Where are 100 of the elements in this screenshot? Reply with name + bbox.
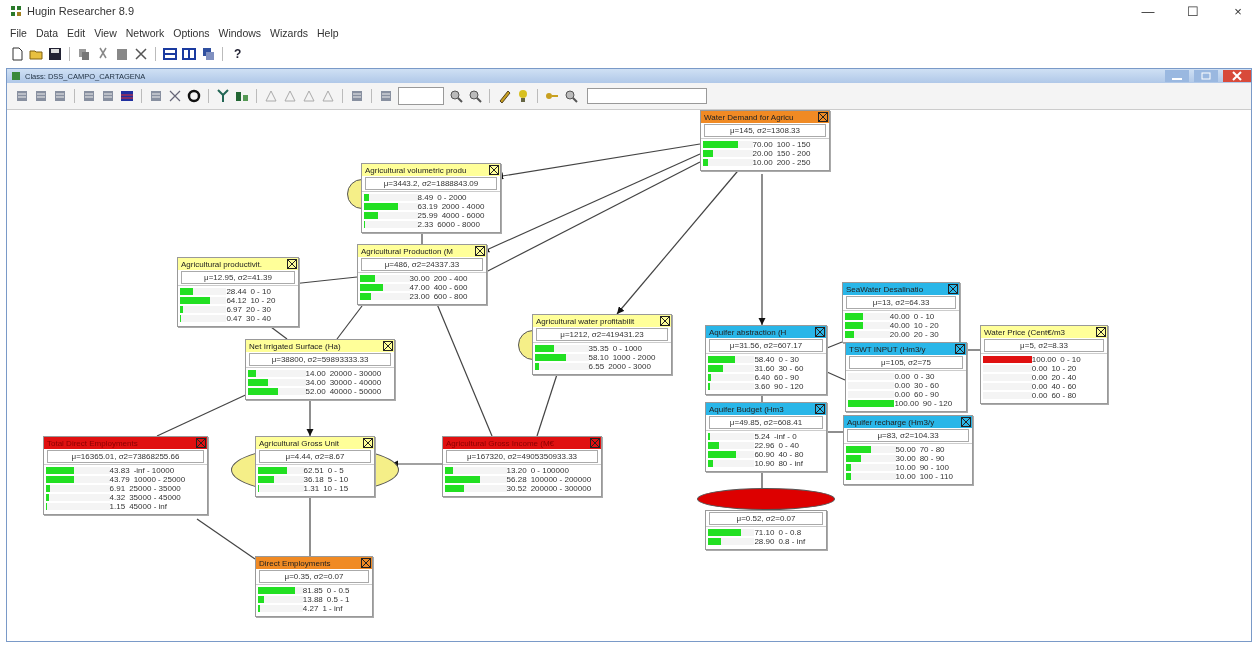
close-box-icon[interactable] [815,404,825,414]
help-button[interactable]: ? [230,47,246,61]
zoom-field[interactable] [398,87,444,105]
state-range: 70 - 80 [919,445,946,454]
node-card[interactable]: Aquifer recharge (Hm3/y μ=83, σ2=104.33 50.00 70 - 80 30.00 80 - 90 10.00 90 - 100 10.00 100 - 110 [843,415,973,485]
node-card[interactable]: Net Irrigated Surface (Ha) μ=38800, σ2=59893333.33 14.00 20000 - 30000 34.00 30000 - 40000 52.00 40000 - 50000 [245,339,395,400]
node-statistics: μ=16365.01, σ2=73868255.66 [47,450,204,463]
node-title-bar[interactable]: Aquifer abstraction (H [706,326,826,338]
node-title: SeaWater Desalinatio [846,284,924,294]
window-title: Hugin Researcher 8.9 [27,5,134,17]
window-control-button[interactable]: ☐ [1173,3,1213,19]
close-box-icon[interactable] [660,316,670,326]
close-box-icon[interactable] [955,344,965,354]
close-box-icon[interactable] [1096,327,1106,337]
node-card[interactable]: Aquifer abstraction (H μ=31.56, σ2=607.17 58.40 0 - 30 31.60 30 - 60 6.40 60 - 90 3.60 90 - 120 [705,325,827,395]
state-range: 40 - 80 [778,450,805,459]
node-card[interactable]: Direct Employments μ=0.35, σ2=0.07 81.85 0 - 0.5 13.88 0.5 - 1 4.27 1 - inf [255,556,373,617]
menu-item[interactable]: Edit [67,27,86,39]
node-card[interactable]: Agricultural volumetric produ μ=3443.2, σ2=1888843.09 8.49 0 - 2000 63.19 2000 - 4000 25.99 4000 - 6000 2.33 6000 - 8000 [361,163,501,233]
toolbar-cols-icon[interactable] [182,47,196,61]
state-probability: 13.20 [506,466,528,475]
tool-zoom2-icon[interactable] [468,89,482,103]
node-statistics: μ=31.56, σ2=607.17 [709,339,823,352]
tool-pencil-icon[interactable] [497,89,511,103]
close-box-icon[interactable] [287,259,297,269]
menu-item[interactable]: Network [125,27,165,39]
node-title: Aquifer Budget (Hm3 [709,404,784,414]
node-card[interactable]: Agricultural Production (M μ=486, σ2=24337.33 30.00 200 - 400 47.00 400 - 600 23.00 600 - 800 [357,244,487,305]
node-title-bar[interactable]: Aquifer Budget (Hm3 [706,403,826,415]
close-box-icon[interactable] [475,246,485,256]
node-title-bar[interactable]: Agricultural volumetric produ [362,164,500,176]
close-box-icon[interactable] [361,558,371,568]
node-statistics: μ=83, σ2=104.33 [847,429,969,442]
node-title-bar[interactable]: Water Demand for Agricu [701,111,829,123]
node-card[interactable]: μ=0.52, σ2=0.07 71.10 0 - 0.8 28.90 0.8 - inf [705,510,827,550]
state-range: 0 - 30 [913,372,936,381]
node-card[interactable]: Water Price (Cent€/m3 μ=5, σ2=8.33 100.00 0 - 10 0.00 10 - 20 0.00 20 - 40 0.00 40 - 60 0.00 60 - 80 [980,325,1108,404]
tool-bulb-icon[interactable] [516,89,530,103]
tool-circle-icon[interactable] [187,89,201,103]
node-title-bar[interactable]: Aquifer recharge (Hm3/y [844,416,972,428]
tool-zoom-icon[interactable] [449,89,463,103]
state-probability: 100.00 [894,399,920,408]
close-box-icon[interactable] [961,417,971,427]
node-statistics: μ=38800, σ2=59893333.33 [249,353,391,366]
node-title-bar[interactable]: Agricultural water profitabilit [533,315,671,327]
node-card[interactable]: Agricultural Gross Unit μ=4.44, σ2=8.67 62.51 0 - 5 36.18 5 - 10 1.31 10 - 15 [255,436,375,497]
window-control-button[interactable]: — [1128,3,1168,19]
close-box-icon[interactable] [383,341,393,351]
menu-item[interactable]: Windows [218,27,262,39]
menu-item[interactable]: Help [317,27,339,39]
close-box-icon[interactable] [818,112,828,122]
node-card[interactable]: Aquifer Budget (Hm3 μ=49.85, σ2=608.41 5.24 -inf - 0 22.96 0 - 40 60.90 40 - 80 10.90 80 - inf [705,402,827,472]
state-probability: 43.79 [109,475,131,484]
search-field[interactable] [587,88,707,104]
menu-item[interactable]: Options [173,27,210,39]
menu-item[interactable]: File [10,27,27,39]
node-title-bar[interactable]: Agricultural Gross Unit [256,437,374,449]
node-title-bar[interactable]: Water Price (Cent€/m3 [981,326,1107,338]
close-box-icon[interactable] [489,165,499,175]
state-probability: 81.85 [302,586,324,595]
state-range: 0 - 0.8 [778,528,803,537]
node-title-bar[interactable]: Net Irrigated Surface (Ha) [246,340,394,352]
tool-bars-icon[interactable] [235,89,249,103]
state-probability: 10.90 [754,459,776,468]
state-probability: 20.00 [889,330,911,339]
menu-item[interactable]: Data [35,27,59,39]
toolbar-doc-icon[interactable] [10,47,24,61]
toolbar-folder-icon[interactable] [29,47,43,61]
node-title-bar[interactable]: SeaWater Desalinatio [843,283,959,295]
close-icon[interactable] [1223,70,1251,82]
node-card[interactable]: SeaWater Desalinatio μ=13, σ2=64.33 40.00 0 - 10 40.00 10 - 20 20.00 20 - 30 [842,282,960,343]
node-statistics: μ=486, σ2=24337.33 [361,258,483,271]
close-box-icon[interactable] [815,327,825,337]
node-title-bar[interactable]: Agricultural Production (M [358,245,486,257]
state-probability: 35.35 [588,344,610,353]
close-box-icon[interactable] [363,438,373,448]
node-statistics: μ=13, σ2=64.33 [846,296,956,309]
toolbar-cut-icon[interactable] [96,47,110,61]
node-title: Net Irrigated Surface (Ha) [249,341,341,351]
toolbar-copy-icon[interactable] [77,47,91,61]
window-control-button[interactable]: × [1218,3,1258,19]
tool-grid-icon[interactable] [120,89,134,103]
node-title-bar[interactable]: TSWT INPUT (Hm3/y [846,343,966,355]
node-title-bar[interactable]: Direct Employments [256,557,372,569]
node-title-bar[interactable]: Agricultural productivit. [178,258,298,270]
toolbar-save-icon[interactable] [48,47,62,61]
node-card[interactable]: Water Demand for Agricu μ=145, σ2=1308.33 70.00 100 - 150 20.00 150 - 200 10.00 200 - 250 [700,110,830,171]
state-probability: 50.00 [895,445,917,454]
menu-item[interactable]: View [94,27,117,39]
node-card[interactable]: TSWT INPUT (Hm3/y μ=105, σ2=75 0.00 0 - 30 0.00 30 - 60 0.00 60 - 90 100.00 90 - 120 [845,342,967,412]
toolbar-x-icon[interactable] [134,47,148,61]
tool-cross-icon[interactable] [168,89,182,103]
menu-item[interactable]: Wizards [270,27,308,39]
tool-branch-icon[interactable] [216,89,230,103]
node-card[interactable]: Agricultural water profitabilit μ=1212, σ2=419431.23 35.35 0 - 1000 58.10 1000 - 2000 6.55 2000 - 3000 [532,314,672,375]
toolbar-rows-icon[interactable] [163,47,177,61]
node-card[interactable]: Agricultural productivit. μ=12.95, σ2=41.39 28.44 0 - 10 64.12 10 - 20 6.97 20 - 30 0.47 30 - 40 [177,257,299,327]
state-range: 60 - 90 [773,373,800,382]
close-box-icon[interactable] [948,284,958,294]
state-probability: 58.10 [588,353,610,362]
